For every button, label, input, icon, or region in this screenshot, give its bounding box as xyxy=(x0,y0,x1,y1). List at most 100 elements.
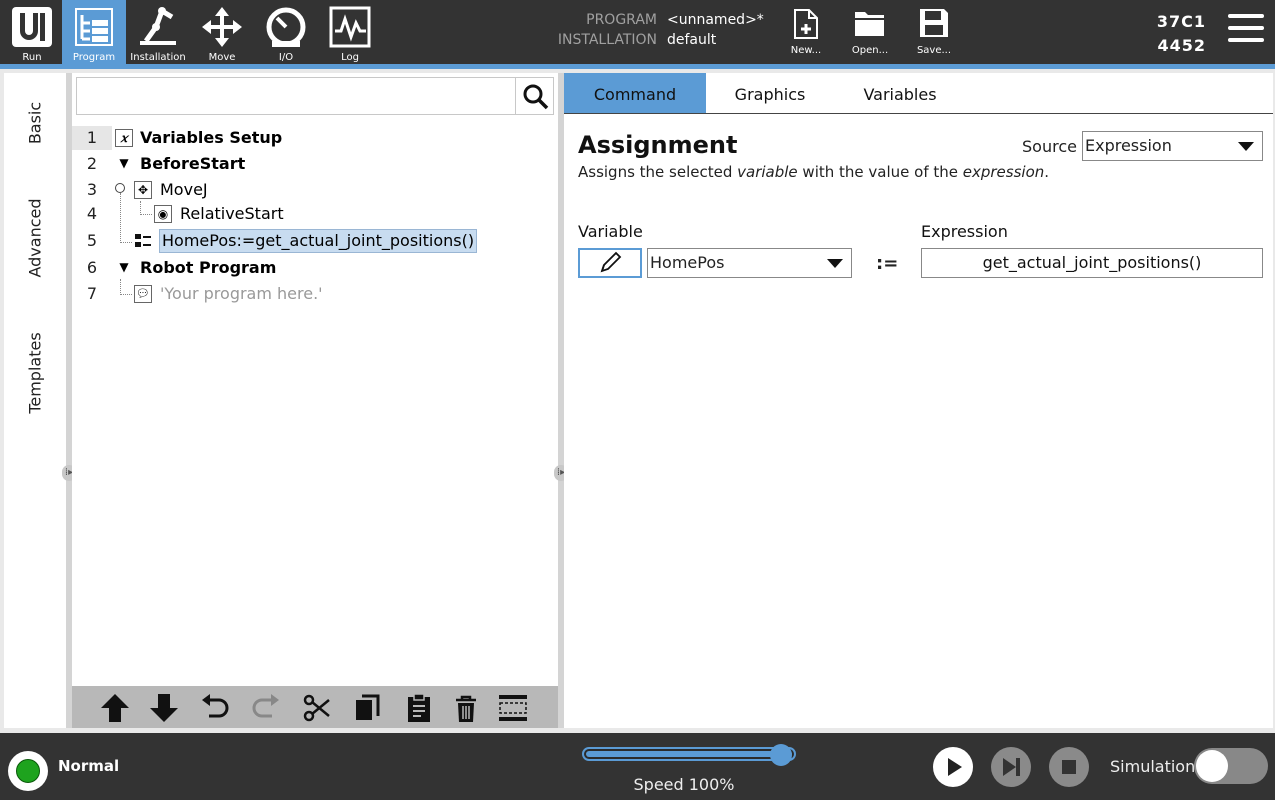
program-name: <unnamed>* xyxy=(667,12,764,28)
move-up-button[interactable] xyxy=(99,692,131,724)
nav-move-button[interactable]: Move xyxy=(190,0,254,64)
tab-command[interactable]: Command xyxy=(564,73,706,113)
node-label: BeforeStart xyxy=(140,154,246,173)
tree-toolbar xyxy=(72,686,558,728)
step-forward-icon xyxy=(1003,758,1020,776)
copy-icon xyxy=(356,694,380,720)
node-label: Variables Setup xyxy=(140,128,283,147)
nav-program-label: Program xyxy=(72,52,116,63)
nav-installation-button[interactable]: Installation xyxy=(126,0,190,64)
undo-button[interactable] xyxy=(199,692,231,724)
stop-icon xyxy=(1062,760,1076,774)
variable-label: Variable xyxy=(578,222,643,241)
tab-advanced[interactable]: Advanced xyxy=(4,188,66,288)
search-button[interactable] xyxy=(515,78,553,114)
status-ok-indicator xyxy=(16,759,40,783)
suppress-icon xyxy=(499,695,527,721)
serial-line-1: 37C1 xyxy=(1156,12,1206,31)
tree-row-movej[interactable]: 3 ✥ MoveJ xyxy=(72,178,558,202)
variable-value: HomePos xyxy=(650,253,725,272)
status-text: Normal xyxy=(58,757,120,775)
collapse-dot-icon[interactable] xyxy=(115,183,125,193)
stop-button[interactable] xyxy=(1049,747,1089,787)
chevron-down-icon xyxy=(827,259,843,268)
step-button[interactable] xyxy=(991,747,1031,787)
node-category-sidebar: Basic Advanced Templates xyxy=(4,73,66,728)
cut-button[interactable] xyxy=(301,692,333,724)
program-tree-icon xyxy=(75,8,113,46)
tab-advanced-label: Advanced xyxy=(25,198,45,278)
line-number: 2 xyxy=(86,154,98,173)
node-label: MoveJ xyxy=(160,180,208,199)
line-number: 6 xyxy=(86,258,98,277)
tree-row-assignment[interactable]: 5 HomePos:=get_actual_joint_positions() xyxy=(72,229,558,253)
play-icon xyxy=(948,758,962,776)
search-icon xyxy=(523,84,549,110)
nav-io-button[interactable]: I/O xyxy=(254,0,318,64)
move-arrows-icon xyxy=(202,7,242,47)
new-label: New... xyxy=(790,45,822,56)
hamburger-menu-icon[interactable] xyxy=(1228,14,1264,46)
new-button[interactable]: New... xyxy=(776,0,836,64)
nav-run-label: Run xyxy=(22,52,42,63)
speed-slider[interactable] xyxy=(582,747,796,761)
paste-button[interactable] xyxy=(403,692,435,724)
pencil-icon xyxy=(600,251,622,273)
redo-icon xyxy=(252,694,279,718)
program-tree-panel: 1 𝑥 Variables Setup 2 ▼ BeforeStart 3 ✥ … xyxy=(72,73,558,728)
top-bar: Run Program Installation Move I/O Log PR… xyxy=(0,0,1275,64)
edit-variable-button[interactable] xyxy=(578,248,642,278)
comment-bubble-icon: 💬︎ xyxy=(134,285,152,303)
simulation-label: Simulation xyxy=(1110,757,1196,776)
tree-search-input[interactable] xyxy=(76,77,554,115)
assignment-icon xyxy=(134,232,152,250)
nav-log-button[interactable]: Log xyxy=(318,0,382,64)
save-label: Save... xyxy=(916,45,952,56)
node-label-selected: HomePos:=get_actual_joint_positions() xyxy=(159,229,478,253)
robot-serial: 37C1 4452 xyxy=(1150,10,1206,58)
waypoint-icon: ◉ xyxy=(154,205,172,223)
collapse-triangle-icon[interactable]: ▼ xyxy=(115,259,133,277)
simulation-toggle[interactable] xyxy=(1194,748,1268,784)
assign-operator: := xyxy=(876,253,899,274)
nav-run-button[interactable]: Run xyxy=(0,0,64,64)
nav-program-button[interactable]: Program xyxy=(62,0,126,64)
arrow-down-icon xyxy=(150,694,178,722)
clipboard-icon xyxy=(408,693,430,722)
collapse-triangle-icon[interactable]: ▼ xyxy=(115,155,133,173)
trash-icon xyxy=(456,695,476,722)
serial-line-2: 4452 xyxy=(1157,36,1206,55)
suppress-button[interactable] xyxy=(497,692,529,724)
copy-button[interactable] xyxy=(352,692,384,724)
open-button[interactable]: Open... xyxy=(840,0,900,64)
speed-slider-handle[interactable] xyxy=(770,744,792,766)
move-down-button[interactable] xyxy=(148,692,180,724)
play-button[interactable] xyxy=(933,747,973,787)
tree-row-beforestart[interactable]: 2 ▼ BeforeStart xyxy=(72,152,558,176)
variable-dropdown[interactable]: HomePos xyxy=(647,248,852,278)
tab-basic[interactable]: Basic xyxy=(4,83,66,163)
scissors-icon xyxy=(303,694,330,722)
tree-row-variables-setup[interactable]: 1 𝑥 Variables Setup xyxy=(72,126,558,150)
tab-variables[interactable]: Variables xyxy=(844,73,956,113)
nav-installation-label: Installation xyxy=(130,52,186,63)
log-waveform-icon xyxy=(329,6,371,48)
save-button[interactable]: Save... xyxy=(904,0,964,64)
tab-graphics[interactable]: Graphics xyxy=(716,73,824,113)
tab-templates[interactable]: Templates xyxy=(4,318,66,428)
node-label: RelativeStart xyxy=(180,204,284,223)
line-number: 5 xyxy=(86,231,98,250)
source-dropdown[interactable]: Expression xyxy=(1082,131,1263,161)
arrow-up-icon xyxy=(101,694,129,722)
tree-row-relativestart[interactable]: 4 ◉ RelativeStart xyxy=(72,202,558,226)
robot-status-button[interactable] xyxy=(8,751,48,791)
robot-arm-icon xyxy=(140,7,176,45)
source-label: Source xyxy=(1022,137,1077,156)
movej-arrows-icon: ✥ xyxy=(134,181,152,199)
redo-button[interactable] xyxy=(250,692,282,724)
tree-row-robot-program[interactable]: 6 ▼ Robot Program xyxy=(72,256,558,280)
tree-row-comment[interactable]: 7 💬︎ 'Your program here.' xyxy=(72,282,558,306)
expression-field[interactable]: get_actual_joint_positions() xyxy=(921,248,1263,278)
delete-button[interactable] xyxy=(450,692,482,724)
line-number: 7 xyxy=(86,284,98,303)
